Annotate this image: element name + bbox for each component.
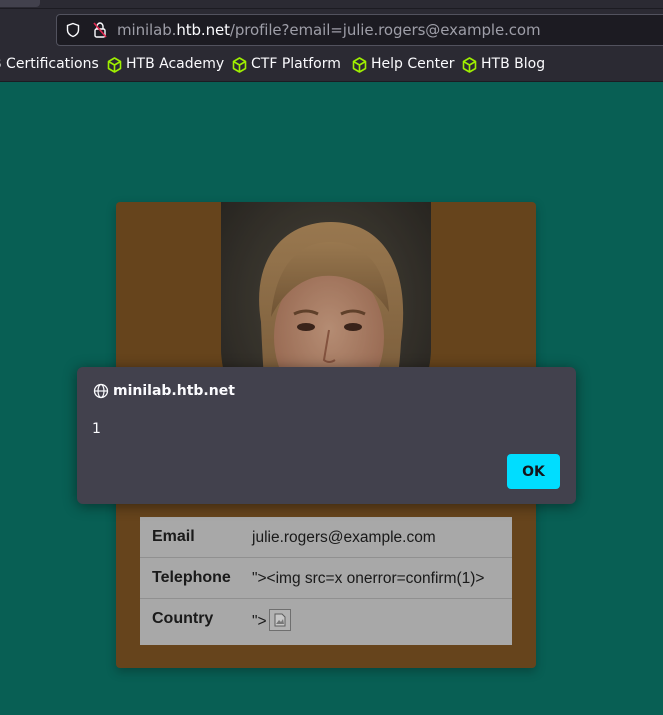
browser-tab[interactable]	[0, 0, 40, 7]
url-path: /profile?email=julie.rogers@example.com	[229, 21, 541, 39]
htb-cube-icon	[107, 57, 122, 73]
bookmarks-toolbar: B Certifications HTB Academy CTF Platfor…	[0, 48, 663, 82]
htb-cube-icon	[352, 57, 367, 73]
url-host: htb.net	[176, 21, 230, 39]
globe-icon	[93, 383, 109, 399]
bookmark-label: B Certifications	[0, 56, 99, 72]
alert-dialog: minilab.htb.net 1 OK	[77, 367, 576, 504]
bookmark-label: CTF Platform	[251, 56, 341, 72]
bookmark-label: HTB Blog	[481, 56, 546, 72]
dialog-message: 1	[92, 421, 101, 437]
dialog-title: minilab.htb.net	[113, 383, 235, 399]
browser-toolbar: minilab.htb.net/profile?email=julie.roge…	[0, 0, 663, 48]
bookmark-label: Help Center	[371, 56, 455, 72]
url-text[interactable]: minilab.htb.net/profile?email=julie.roge…	[117, 21, 541, 39]
htb-cube-icon	[232, 57, 247, 73]
insecure-lock-icon[interactable]	[92, 21, 108, 39]
address-bar[interactable]: minilab.htb.net/profile?email=julie.roge…	[56, 14, 663, 46]
bookmark-label: HTB Academy	[126, 56, 225, 72]
url-subdomain: minilab.	[117, 21, 177, 39]
htb-cube-icon	[462, 57, 477, 73]
tracking-shield-icon[interactable]	[65, 22, 81, 38]
ok-button[interactable]: OK	[507, 454, 560, 489]
